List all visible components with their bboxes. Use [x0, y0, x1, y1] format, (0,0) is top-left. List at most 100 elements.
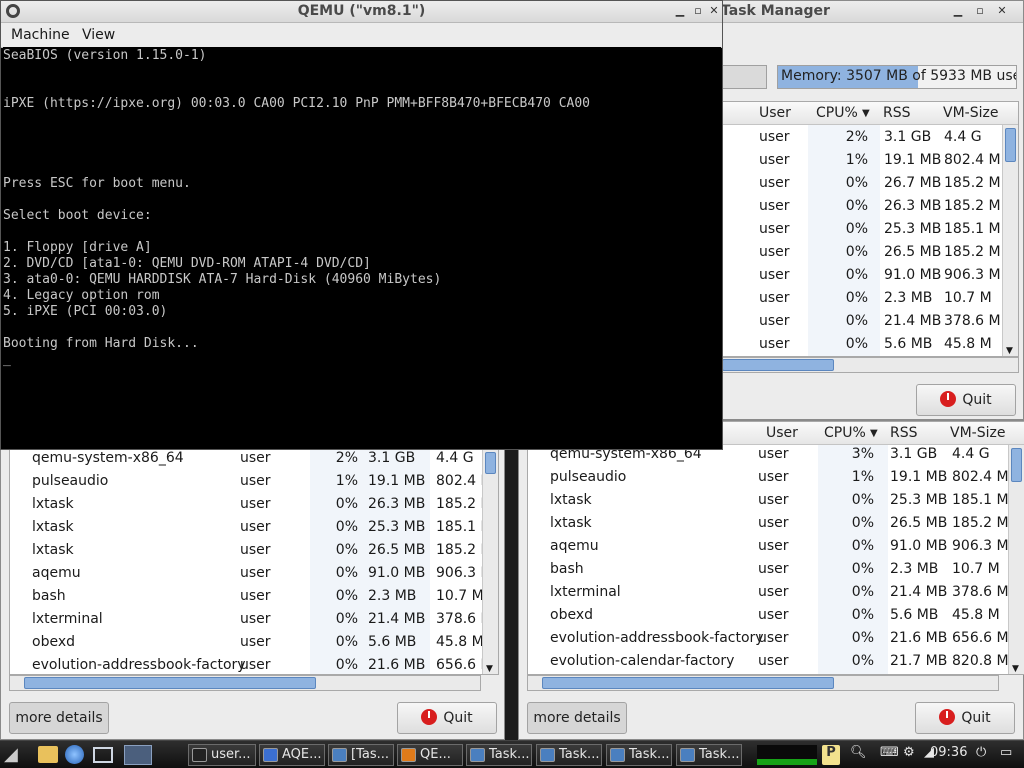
table-row[interactable]: lxtask user 0% 26.5 MB 185.2 M: [10, 540, 498, 563]
terminal-icon: [192, 748, 207, 762]
column-header-vmsize[interactable]: VM-Size: [950, 425, 1005, 441]
table-row[interactable]: lxtask user 0% 25.3 MB 185.1 M: [528, 490, 1024, 513]
table-row[interactable]: user 0% 5.6 MB 45.8 M: [722, 334, 1018, 356]
close-icon[interactable]: ✕: [707, 4, 721, 18]
taskbar-button[interactable]: Task...: [676, 744, 742, 766]
menu-logo-icon[interactable]: ◢: [4, 745, 26, 765]
cell-vm: 802.4 M: [952, 469, 1009, 485]
minimize-icon[interactable]: ▁: [951, 4, 965, 18]
table-row[interactable]: evolution-calendar-factory user 0% 21.7 MB 8…: [528, 651, 1024, 674]
logout-icon[interactable]: ⏻: [976, 745, 986, 765]
quit-button[interactable]: Quit: [397, 702, 497, 734]
close-icon[interactable]: ✕: [995, 4, 1009, 18]
scroll-down-icon[interactable]: ▼: [1006, 346, 1013, 356]
column-header-rss[interactable]: RSS: [883, 105, 911, 121]
table-row[interactable]: lxterminal user 0% 21.4 MB 378.6 M: [528, 582, 1024, 605]
desktop-icon[interactable]: [124, 745, 152, 765]
taskmanager-titlebar[interactable]: Task Manager ▁ ▫ ✕: [701, 1, 1023, 23]
network-icon[interactable]: ⚙︎: [903, 745, 915, 765]
taskbar-button-label: AQE...: [282, 747, 322, 762]
more-details-button[interactable]: more details: [527, 702, 627, 734]
table-row[interactable]: pulseaudio user 1% 19.1 MB 802.4 M: [528, 467, 1024, 490]
taskbar-button-label: QE...: [420, 747, 451, 762]
browser-icon[interactable]: [65, 745, 84, 764]
process-table: qemu-system-x86_64 user 2% 3.1 GB 4.4 Gpulse…: [9, 425, 499, 675]
scroll-down-icon[interactable]: ▼: [486, 664, 493, 674]
column-header-vmsize[interactable]: VM-Size: [943, 105, 998, 121]
table-row[interactable]: user 2% 3.1 GB 4.4 G: [722, 127, 1018, 150]
cell-rss: 3.1 GB: [890, 446, 938, 462]
cell-rss: 5.6 MB: [368, 634, 417, 650]
table-row[interactable]: user 0% 2.3 MB 10.7 M: [722, 288, 1018, 311]
clock[interactable]: 09:36: [930, 745, 968, 765]
cell-vm: 10.7 M: [952, 561, 1000, 577]
table-row[interactable]: user 1% 19.1 MB 802.4 M: [722, 150, 1018, 173]
table-row[interactable]: user 0% 91.0 MB 906.3 M: [722, 265, 1018, 288]
taskbar-button[interactable]: QE...: [397, 744, 463, 766]
table-row[interactable]: lxtask user 0% 26.5 MB 185.2 M: [528, 513, 1024, 536]
table-row[interactable]: lxtask user 0% 26.3 MB 185.2 M: [10, 494, 498, 517]
menu-machine[interactable]: Machine: [11, 27, 70, 43]
taskmanager-window-left: qemu-system-x86_64 user 2% 3.1 GB 4.4 Gpulse…: [0, 420, 505, 740]
cell-vm: 4.4 G: [952, 446, 990, 462]
minimize-icon[interactable]: ▁: [673, 4, 687, 18]
taskbar-button[interactable]: Task...: [466, 744, 532, 766]
horizontal-scrollbar[interactable]: [527, 675, 999, 691]
qemu-titlebar[interactable]: QEMU ("vm8.1") ▁ ▫ ✕: [1, 1, 722, 23]
cell-vm: 10.7 M: [436, 588, 484, 604]
table-row[interactable]: aqemu user 0% 91.0 MB 906.3 M: [528, 536, 1024, 559]
quit-button[interactable]: Quit: [915, 702, 1015, 734]
table-row[interactable]: user 0% 25.3 MB 185.1 M: [722, 219, 1018, 242]
vertical-scrollbar[interactable]: ▼: [1002, 125, 1018, 356]
taskbar-button[interactable]: user...: [188, 744, 256, 766]
cell-rss: 21.4 MB: [884, 313, 942, 329]
windows-icon[interactable]: [93, 747, 113, 763]
table-row[interactable]: obexd user 0% 5.6 MB 45.8 M: [528, 605, 1024, 628]
maximize-icon[interactable]: ▫: [973, 4, 987, 18]
column-header-cpu[interactable]: CPU%: [816, 105, 858, 121]
table-row[interactable]: lxtask user 0% 25.3 MB 185.1 M: [10, 517, 498, 540]
table-row[interactable]: user 0% 26.5 MB 185.2 M: [722, 242, 1018, 265]
table-row[interactable]: bash user 0% 2.3 MB 10.7 M: [10, 586, 498, 609]
column-header-cpu[interactable]: CPU%: [824, 425, 866, 441]
taskbar-button[interactable]: Task...: [536, 744, 602, 766]
table-row[interactable]: obexd user 0% 5.6 MB 45.8 M: [10, 632, 498, 655]
table-row[interactable]: evolution-addressbook-factory user 0% 21.6 …: [10, 655, 498, 674]
table-row[interactable]: aqemu user 0% 91.0 MB 906.3 M: [10, 563, 498, 586]
search-icon[interactable]: 🔍︎: [850, 745, 867, 765]
column-header-user[interactable]: User: [759, 105, 791, 121]
taskbar-button[interactable]: Task...: [606, 744, 672, 766]
table-row[interactable]: evolution-addressbook-factory user 0% 21.6 …: [528, 628, 1024, 651]
table-row[interactable]: lxterminal user 0% 21.4 MB 378.6 M: [10, 609, 498, 632]
cell-name: lxtask: [32, 542, 74, 558]
cell-cpu: 2%: [335, 450, 358, 466]
column-header-user[interactable]: User: [766, 425, 798, 441]
window-title: Task Manager: [721, 3, 830, 19]
scroll-down-icon[interactable]: ▼: [1012, 664, 1019, 674]
horizontal-scrollbar[interactable]: [721, 357, 1019, 373]
table-row[interactable]: qemu-system-x86_64 user 2% 3.1 GB 4.4 G: [10, 448, 498, 471]
table-row[interactable]: user 0% 26.3 MB 185.2 M: [722, 196, 1018, 219]
table-row[interactable]: user 0% 26.7 MB 185.2 M: [722, 173, 1018, 196]
column-header-rss[interactable]: RSS: [890, 425, 918, 441]
clipboard-icon[interactable]: P: [822, 745, 840, 765]
window-title: QEMU ("vm8.1"): [297, 3, 426, 19]
vertical-scrollbar[interactable]: ▼: [1008, 445, 1024, 674]
taskbar-button[interactable]: [Tas...: [328, 744, 394, 766]
horizontal-scrollbar[interactable]: [9, 675, 481, 691]
more-details-button[interactable]: more details: [9, 702, 109, 734]
taskbar-button[interactable]: AQE...: [259, 744, 325, 766]
cell-name: bash: [550, 561, 584, 577]
file-manager-icon[interactable]: [38, 746, 58, 763]
menu-view[interactable]: View: [82, 27, 115, 43]
bluetooth-icon[interactable]: ⌨︎: [880, 745, 899, 765]
maximize-icon[interactable]: ▫: [691, 4, 705, 18]
cell-user: user: [758, 492, 789, 508]
screensaver-icon[interactable]: ▭: [1000, 745, 1012, 765]
vm-console[interactable]: SeaBIOS (version 1.15.0-1) iPXE (https:/…: [3, 47, 721, 449]
table-row[interactable]: pulseaudio user 1% 19.1 MB 802.4 M: [10, 471, 498, 494]
table-row[interactable]: user 0% 21.4 MB 378.6 M: [722, 311, 1018, 334]
quit-button[interactable]: Quit: [916, 384, 1016, 416]
table-row[interactable]: bash user 0% 2.3 MB 10.7 M: [528, 559, 1024, 582]
vertical-scrollbar[interactable]: ▼: [482, 426, 498, 674]
